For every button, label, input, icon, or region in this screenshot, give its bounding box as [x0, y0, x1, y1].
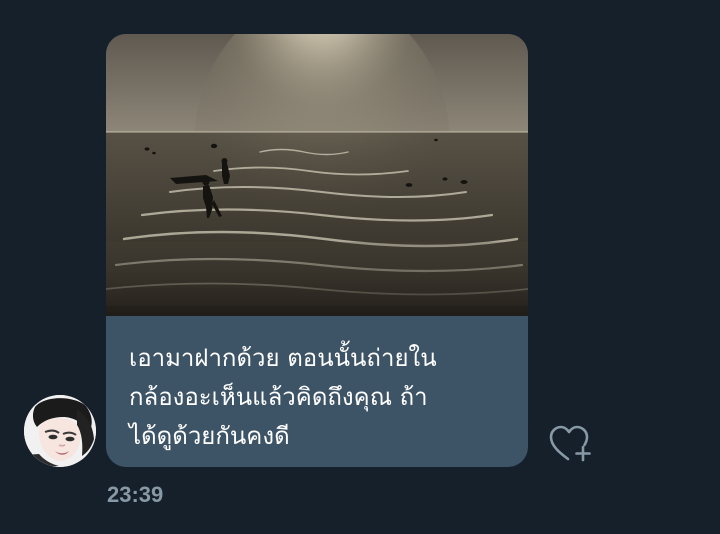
- message-photo[interactable]: [106, 34, 528, 316]
- heart-plus-icon: [549, 425, 591, 462]
- message-timestamp: 23:39: [107, 482, 164, 507]
- like-button[interactable]: [546, 423, 594, 465]
- message-text: เอามาฝากด้วย ตอนนั้นถ่ายใน กล้องอะเห็นแล…: [129, 344, 437, 450]
- message-bubble: เอามาฝากด้วย ตอนนั้นถ่ายใน กล้องอะเห็นแล…: [106, 34, 528, 467]
- avatar[interactable]: [24, 395, 96, 467]
